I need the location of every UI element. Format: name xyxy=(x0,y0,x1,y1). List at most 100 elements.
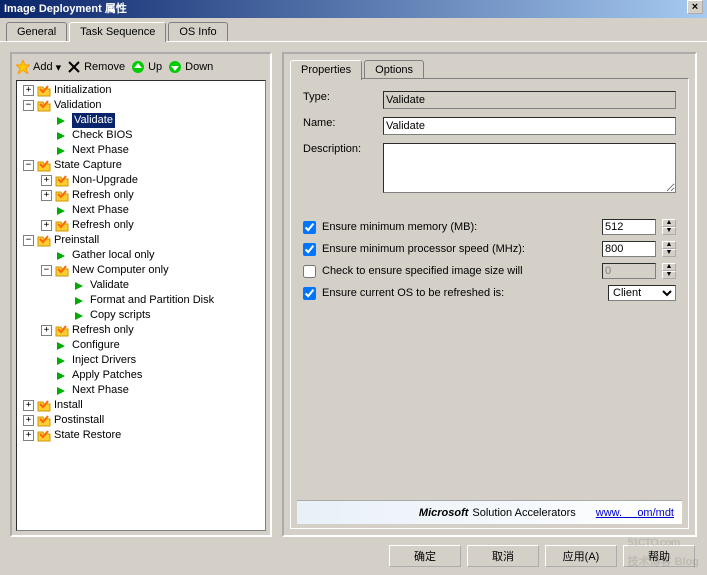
tree-node[interactable]: + Initialization xyxy=(19,83,263,98)
label-image-size: Check to ensure specified image size wil… xyxy=(322,265,602,277)
cancel-button[interactable]: 取消 xyxy=(467,545,539,567)
spin-up-icon[interactable]: ▲ xyxy=(662,241,676,249)
subtab-options[interactable]: Options xyxy=(364,60,424,79)
current-os-select[interactable]: Client xyxy=(608,285,676,301)
spin-down-icon[interactable]: ▼ xyxy=(662,227,676,235)
tree-label: Inject Drivers xyxy=(72,353,136,368)
up-button[interactable]: Up xyxy=(131,60,162,74)
tree-node[interactable]: Copy scripts xyxy=(19,308,263,323)
right-panel: Properties Options Type: Validate Name: … xyxy=(282,52,697,537)
expand-icon[interactable]: − xyxy=(23,160,34,171)
tree-node[interactable]: + Postinstall xyxy=(19,413,263,428)
spin-up-icon: ▲ xyxy=(662,263,676,271)
tree-node[interactable]: Check BIOS xyxy=(19,128,263,143)
tree-node[interactable]: −State Capture xyxy=(19,158,263,173)
tree-node[interactable]: Next Phase xyxy=(19,203,263,218)
subtab-properties[interactable]: Properties xyxy=(290,60,362,80)
down-button[interactable]: Down xyxy=(168,60,213,74)
tree-label: Check BIOS xyxy=(72,128,133,143)
expand-icon[interactable]: + xyxy=(41,220,52,231)
check-min-cpu[interactable] xyxy=(303,243,316,256)
title-bar: Image Deployment 属性 × xyxy=(0,0,707,18)
tree-node[interactable]: − Validation xyxy=(19,98,263,113)
expand-icon[interactable]: − xyxy=(23,235,34,246)
brand-text: Microsoft xyxy=(419,507,469,519)
tree-node[interactable]: + Refresh only xyxy=(19,188,263,203)
task-tree[interactable]: +Initialization−ValidationValidateCheck … xyxy=(16,80,266,531)
tree-label: Next Phase xyxy=(72,143,129,158)
tree-node[interactable]: Gather local only xyxy=(19,248,263,263)
tree-node[interactable]: Validate xyxy=(19,113,263,128)
tree-label: Format and Partition Disk xyxy=(90,293,214,308)
expand-icon[interactable]: + xyxy=(23,430,34,441)
expand-icon[interactable]: + xyxy=(41,190,52,201)
expand-icon[interactable]: − xyxy=(41,265,52,276)
product-text: Solution Accelerators xyxy=(472,507,575,519)
close-button[interactable]: × xyxy=(687,0,703,14)
tree-node[interactable]: − New Computer only xyxy=(19,263,263,278)
tab-general[interactable]: General xyxy=(6,22,67,41)
banner-link[interactable]: www. om/mdt xyxy=(596,507,674,519)
tree-node[interactable]: +State Restore xyxy=(19,428,263,443)
tree-label: Initialization xyxy=(54,83,111,98)
tree-label: New Computer only xyxy=(72,263,169,278)
spin-down-icon[interactable]: ▼ xyxy=(662,249,676,257)
type-value: Validate xyxy=(383,91,676,109)
tree-node[interactable]: −Preinstall xyxy=(19,233,263,248)
tree-label: Validation xyxy=(54,98,102,113)
check-current-os[interactable] xyxy=(303,287,316,300)
tree-label: Configure xyxy=(72,338,120,353)
tab-task-sequence[interactable]: Task Sequence xyxy=(69,22,166,42)
tab-os-info[interactable]: OS Info xyxy=(168,22,227,41)
spin-down-icon: ▼ xyxy=(662,271,676,279)
tree-label: Install xyxy=(54,398,83,413)
tree-label: Apply Patches xyxy=(72,368,142,383)
tree-node[interactable]: Configure xyxy=(19,338,263,353)
expand-icon[interactable]: + xyxy=(41,175,52,186)
ok-button[interactable]: 确定 xyxy=(389,545,461,567)
expand-icon[interactable]: + xyxy=(41,325,52,336)
tree-node[interactable]: + Refresh only xyxy=(19,323,263,338)
min-cpu-input[interactable] xyxy=(602,241,656,257)
tree-node[interactable]: Inject Drivers xyxy=(19,353,263,368)
add-button[interactable]: Add ▾ xyxy=(16,60,61,74)
check-image-size[interactable] xyxy=(303,265,316,278)
tree-node[interactable]: Next Phase xyxy=(19,143,263,158)
description-label: Description: xyxy=(303,143,383,155)
tree-node[interactable]: Apply Patches xyxy=(19,368,263,383)
expand-icon[interactable]: + xyxy=(23,400,34,411)
name-input[interactable] xyxy=(383,117,676,135)
up-icon xyxy=(131,60,145,74)
remove-button[interactable]: Remove xyxy=(67,60,125,74)
tree-label: Validate xyxy=(90,278,129,293)
expand-icon[interactable]: + xyxy=(23,415,34,426)
expand-icon[interactable]: − xyxy=(23,100,34,111)
tree-label: Refresh only xyxy=(72,323,134,338)
tree-node[interactable]: +Non-Upgrade xyxy=(19,173,263,188)
type-label: Type: xyxy=(303,91,383,103)
tree-toolbar: Add ▾ Remove Up Down xyxy=(16,58,266,80)
tree-label: Copy scripts xyxy=(90,308,151,323)
main-tab-strip: General Task Sequence OS Info xyxy=(0,18,707,42)
tree-label: Refresh only xyxy=(72,188,134,203)
tree-label: Gather local only xyxy=(72,248,155,263)
description-input[interactable] xyxy=(383,143,676,193)
apply-button[interactable]: 应用(A) xyxy=(545,545,617,567)
help-button[interactable]: 帮助 xyxy=(623,545,695,567)
tree-label: Next Phase xyxy=(72,203,129,218)
tree-node[interactable]: +Refresh only xyxy=(19,218,263,233)
label-current-os: Ensure current OS to be refreshed is: xyxy=(322,287,608,299)
x-icon xyxy=(67,60,81,74)
tree-node[interactable]: Format and Partition Disk xyxy=(19,293,263,308)
tree-label: Postinstall xyxy=(54,413,104,428)
name-label: Name: xyxy=(303,117,383,129)
image-size-input xyxy=(602,263,656,279)
tree-node[interactable]: Next Phase xyxy=(19,383,263,398)
check-min-memory[interactable] xyxy=(303,221,316,234)
tree-node[interactable]: + Install xyxy=(19,398,263,413)
tree-node[interactable]: Validate xyxy=(19,278,263,293)
min-memory-input[interactable] xyxy=(602,219,656,235)
expand-icon[interactable]: + xyxy=(23,85,34,96)
spin-up-icon[interactable]: ▲ xyxy=(662,219,676,227)
window-title: Image Deployment 属性 xyxy=(4,0,127,18)
